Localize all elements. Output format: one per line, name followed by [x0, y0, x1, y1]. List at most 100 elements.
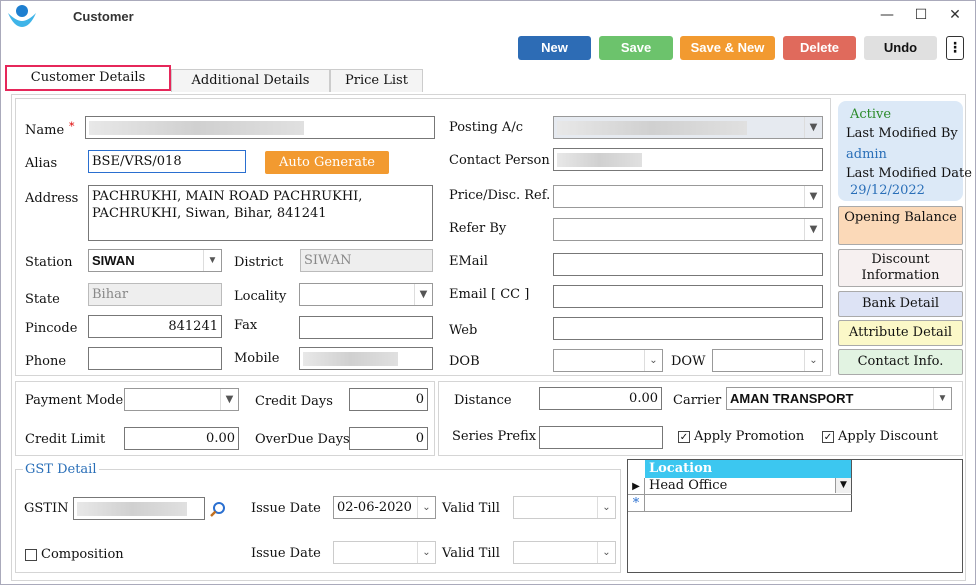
tab-customer-details[interactable]: Customer Details: [5, 65, 171, 91]
valid-till-picker[interactable]: ⌄: [513, 496, 616, 519]
chevron-down-icon: ⌄: [417, 497, 435, 518]
distance-label: Distance: [454, 393, 512, 408]
apply-discount-checkbox[interactable]: ✓ Apply Discount: [822, 429, 938, 444]
credit-limit-input[interactable]: 0.00: [124, 427, 239, 450]
pincode-input[interactable]: 841241: [88, 315, 222, 338]
refer-by-select[interactable]: ▼: [553, 218, 823, 241]
location-column-header[interactable]: Location: [645, 460, 852, 478]
price-disc-ref-select[interactable]: ▼: [553, 185, 823, 208]
chevron-down-icon: ▼: [933, 388, 951, 409]
email-label: EMail: [449, 254, 488, 269]
undo-button[interactable]: Undo: [864, 36, 937, 60]
new-row-marker-icon: *: [628, 495, 645, 512]
email-input[interactable]: [553, 253, 823, 276]
distance-input[interactable]: 0.00: [539, 387, 662, 410]
mobile-input[interactable]: [299, 347, 433, 370]
alias-input[interactable]: BSE/VRS/018: [88, 150, 246, 173]
name-label: Name: [25, 123, 65, 138]
checkbox-checked-icon: ✓: [822, 430, 834, 443]
attribute-detail-button[interactable]: Attribute Detail: [838, 320, 963, 346]
save-and-new-button[interactable]: Save & New: [680, 36, 775, 60]
dob-picker[interactable]: ⌄: [553, 349, 663, 372]
opening-balance-button[interactable]: Opening Balance: [838, 206, 963, 245]
delete-button[interactable]: Delete: [783, 36, 856, 60]
checkbox-icon: [25, 548, 37, 561]
issue-date-2-picker[interactable]: ⌄: [333, 541, 436, 564]
minimize-button[interactable]: —: [877, 7, 897, 23]
tab-price-list[interactable]: Price List: [330, 69, 423, 92]
required-mark: *: [69, 120, 75, 133]
composition-checkbox[interactable]: Composition: [25, 547, 124, 562]
more-options-icon[interactable]: ⋮: [946, 36, 964, 60]
payment-mode-select[interactable]: ▼: [124, 388, 239, 411]
email-cc-label: Email [ CC ]: [449, 287, 530, 302]
valid-till-label: Valid Till: [442, 501, 500, 516]
issue-date-picker[interactable]: 02-06-2020 ⌄: [333, 496, 436, 519]
chevron-down-icon: ⌄: [597, 497, 615, 518]
save-button[interactable]: Save: [599, 36, 673, 60]
posting-account-select[interactable]: ▼: [553, 116, 823, 139]
new-button[interactable]: New: [518, 36, 591, 60]
chevron-down-icon: ⌄: [804, 350, 822, 371]
tab-additional-details[interactable]: Additional Details: [171, 69, 330, 92]
discount-information-button[interactable]: Discount Information: [838, 249, 963, 287]
gst-detail-legend: GST Detail: [23, 462, 99, 477]
price-disc-ref-label: Price/Disc. Ref.: [449, 188, 551, 203]
gstin-input[interactable]: [73, 497, 205, 520]
apply-promotion-checkbox[interactable]: ✓ Apply Promotion: [678, 429, 804, 444]
chevron-down-icon[interactable]: ▼: [835, 478, 851, 493]
series-prefix-input[interactable]: [539, 426, 663, 449]
checkbox-checked-icon: ✓: [678, 430, 690, 443]
dob-label: DOB: [449, 354, 480, 369]
carrier-label: Carrier: [673, 393, 722, 408]
search-icon[interactable]: [209, 501, 227, 519]
bank-detail-button[interactable]: Bank Detail: [838, 291, 963, 317]
district-input: SIWAN: [300, 249, 433, 272]
contact-person-input[interactable]: [553, 148, 823, 171]
locality-label: Locality: [234, 289, 287, 304]
auto-generate-button[interactable]: Auto Generate: [265, 151, 389, 174]
table-row[interactable]: Head Office ▼: [645, 478, 852, 495]
email-cc-input[interactable]: [553, 285, 823, 308]
valid-till-2-picker[interactable]: ⌄: [513, 541, 616, 564]
close-button[interactable]: ✕: [945, 7, 965, 23]
last-modified-by-value: admin: [846, 147, 887, 162]
name-input[interactable]: [85, 116, 435, 139]
address-textarea[interactable]: PACHRUKHI, MAIN ROAD PACHRUKHI, PACHRUKH…: [88, 185, 433, 241]
series-prefix-label: Series Prefix: [452, 429, 537, 444]
posting-account-label: Posting A/c: [449, 120, 523, 135]
location-grid[interactable]: Location ▶ Head Office ▼ *: [627, 459, 963, 573]
new-table-row[interactable]: [645, 495, 852, 512]
carrier-select[interactable]: AMAN TRANSPORT ▼: [726, 387, 952, 410]
station-select[interactable]: SIWAN ▼: [88, 249, 222, 272]
overdue-days-input[interactable]: 0: [349, 427, 428, 450]
chevron-down-icon: ▼: [804, 219, 822, 240]
maximize-button[interactable]: ☐: [911, 7, 931, 23]
last-modified-date-value: 29/12/2022: [850, 183, 925, 198]
chevron-down-icon: ▼: [220, 389, 238, 410]
contact-person-label: Contact Person: [449, 153, 550, 168]
chevron-down-icon: ⌄: [644, 350, 662, 371]
credit-days-input[interactable]: 0: [349, 388, 428, 411]
credit-days-label: Credit Days: [255, 394, 333, 409]
last-modified-by-label: Last Modified By: [846, 126, 958, 141]
issue-date-2-label: Issue Date: [251, 546, 321, 561]
contact-info-button[interactable]: Contact Info.: [838, 349, 963, 375]
mobile-label: Mobile: [234, 351, 280, 366]
fax-input[interactable]: [299, 316, 433, 339]
phone-input[interactable]: [88, 347, 222, 370]
address-label: Address: [25, 191, 79, 206]
last-modified-date-label: Last Modified Date: [846, 166, 972, 181]
chevron-down-icon: ▼: [203, 250, 221, 271]
customer-window: Customer — ☐ ✕ New Save Save & New Delet…: [0, 0, 976, 585]
dow-picker[interactable]: ⌄: [712, 349, 823, 372]
valid-till-2-label: Valid Till: [442, 546, 500, 561]
chevron-down-icon: ▼: [804, 186, 822, 207]
chevron-down-icon: ▼: [804, 117, 822, 138]
locality-select[interactable]: ▼: [299, 283, 433, 306]
chevron-down-icon: ▼: [414, 284, 432, 305]
web-label: Web: [449, 323, 478, 338]
refer-by-label: Refer By: [449, 221, 507, 236]
web-input[interactable]: [553, 317, 823, 340]
state-input: Bihar: [88, 283, 222, 306]
